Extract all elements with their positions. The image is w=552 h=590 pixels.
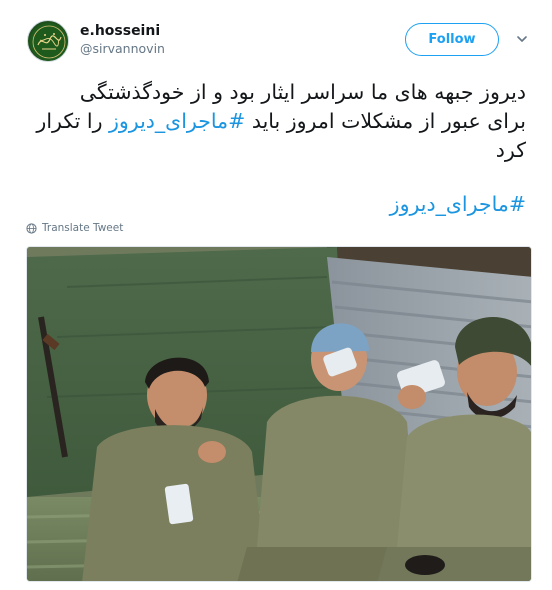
photo-image	[27, 247, 531, 581]
avatar-calligraphy-icon	[30, 23, 68, 61]
tweet-header: e.hosseini @sirvannovin Follow	[27, 20, 537, 64]
tweet-text: دیروز جبهه های ما سراسر ایثار بود و از خ…	[26, 78, 526, 165]
globe-icon	[26, 222, 37, 234]
tweet-text-segment: برای عبور از مشکلات امروز باید	[245, 109, 526, 133]
avatar[interactable]	[27, 20, 69, 62]
translate-tweet-link[interactable]: Translate Tweet	[26, 222, 123, 234]
display-name[interactable]: e.hosseini	[80, 22, 165, 40]
follow-button[interactable]: Follow	[405, 23, 499, 56]
user-names[interactable]: e.hosseini @sirvannovin	[80, 22, 165, 58]
chevron-down-icon[interactable]	[515, 32, 529, 46]
tweet-text-line: دیروز جبهه های ما سراسر ایثار بود و از خ…	[79, 80, 526, 104]
user-handle[interactable]: @sirvannovin	[80, 40, 165, 58]
tweet-text-line: کرد	[495, 138, 526, 162]
translate-label[interactable]: Translate Tweet	[42, 222, 123, 234]
tweet-photo[interactable]	[26, 246, 532, 582]
inline-hashtag-link[interactable]: #ماجرای_دیروز	[109, 109, 245, 133]
tweet-text-segment: را تکرار	[36, 109, 109, 133]
hashtag-link[interactable]: #ماجرای_دیروز	[390, 190, 526, 219]
tweet-text-line: برای عبور از مشکلات امروز باید #ماجرای_د…	[26, 107, 526, 136]
tweet-card: e.hosseini @sirvannovin Follow دیروز جبه…	[0, 0, 552, 590]
